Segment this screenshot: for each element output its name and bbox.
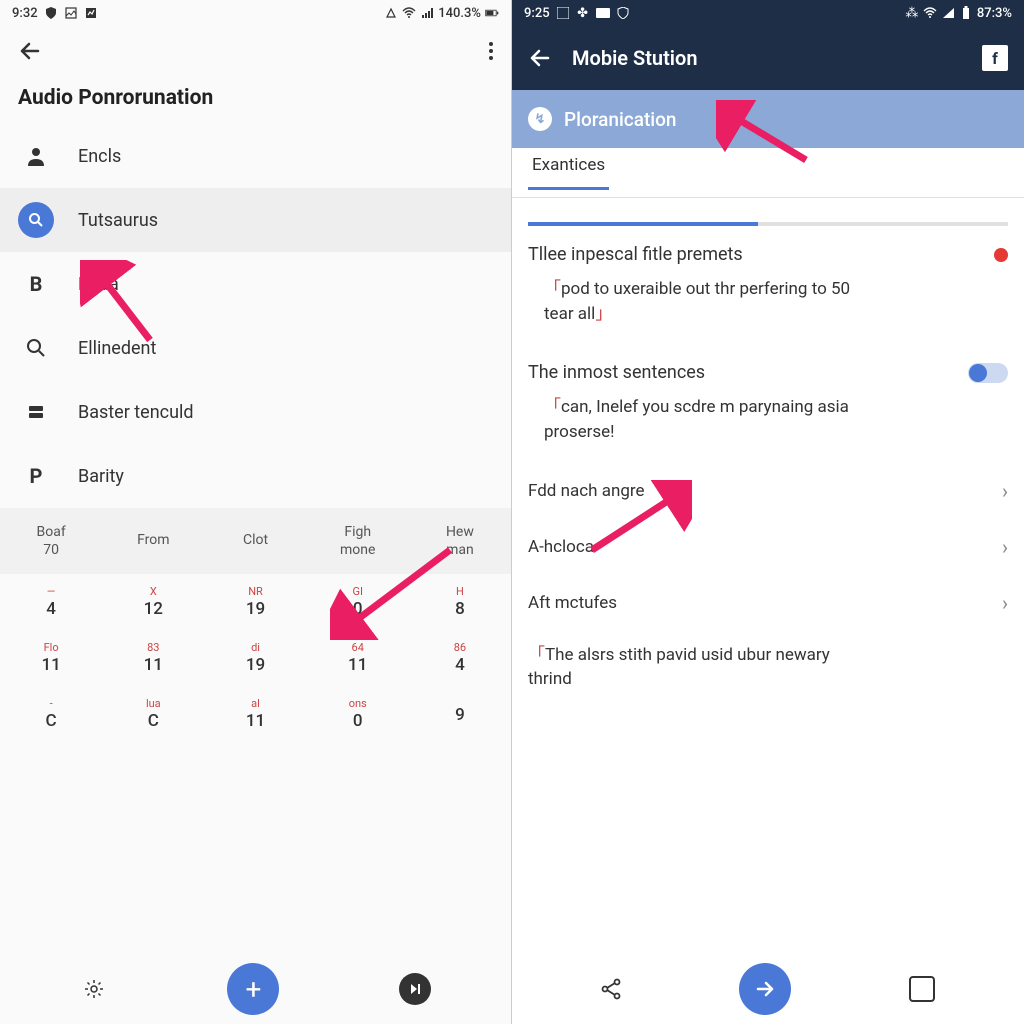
right-screen: 9:25 ✤ ⁂ 87:3% Mobie Stution f ↯ Plorani… <box>512 0 1024 1024</box>
menu-label: Ellinedent <box>78 338 156 359</box>
example-sentence: 「pod to uxeraible out thr perfering to 5… <box>528 265 1008 326</box>
settings-label: Fdd nach angre <box>528 481 645 501</box>
letter-b-icon: B <box>18 266 54 302</box>
menu-label: Tutsaurus <box>78 210 158 231</box>
data-table: Boaf70 From Clot Fighmone Hewman —4 X12 … <box>0 508 511 954</box>
table-column-header[interactable]: Clot <box>204 508 306 574</box>
letter-p-icon: P <box>18 458 54 494</box>
status-bar-right: 9:25 ✤ ⁂ 87:3% <box>512 0 1024 26</box>
shield-icon <box>616 6 630 20</box>
menu-label: Baster tenculd <box>78 402 194 423</box>
status-bar-left: 9:32 140.3% <box>0 0 511 26</box>
chevron-right-icon: › <box>1002 591 1008 615</box>
wifi-icon <box>402 6 416 20</box>
battery-icon <box>485 6 499 20</box>
share-icon[interactable] <box>601 978 621 1000</box>
table-column-header[interactable]: Hewman <box>409 508 511 574</box>
menu-list: Encls Tutsaurus B Rada Ellinedent Baster… <box>0 124 511 508</box>
table-row: —4 X12 NR19 GI0 H8 <box>0 574 511 630</box>
list-icon <box>18 394 54 430</box>
signal-icon <box>941 6 955 20</box>
table-column-header[interactable]: Fighmone <box>307 508 409 574</box>
section-title: Tllee inpescal fitle premets <box>528 244 743 265</box>
card-icon <box>596 6 610 20</box>
toggle-switch[interactable] <box>968 363 1008 383</box>
menu-label: Barity <box>78 466 124 487</box>
header-title: Mobie Stution <box>572 46 962 70</box>
menu-label: Encls <box>78 146 121 167</box>
right-header: Mobie Stution f <box>512 26 1024 90</box>
settings-item[interactable]: Aft mctufes › <box>528 575 1008 631</box>
skip-next-icon[interactable] <box>399 973 431 1005</box>
section-2: The inmost sentences 「can, Inelef you sc… <box>528 344 1008 462</box>
bottom-bar-left: + <box>0 954 511 1024</box>
chevron-right-icon: › <box>1002 479 1008 503</box>
settings-label: Aft mctufes <box>528 593 617 613</box>
tabs: Exantices <box>512 148 1024 198</box>
next-fab[interactable] <box>739 963 791 1015</box>
chart-icon <box>84 6 98 20</box>
settings-item[interactable]: A-hcloca › <box>528 519 1008 575</box>
menu-item-encls[interactable]: Encls <box>0 124 511 188</box>
battery-text: 140.3% <box>438 6 481 21</box>
shield-icon <box>44 6 58 20</box>
example-sentence: 「can, Inelef you scdre m parynaing asia … <box>528 383 1008 444</box>
menu-item-tutsaurus[interactable]: Tutsaurus <box>0 188 511 252</box>
tab-exantices[interactable]: Exantices <box>528 155 609 190</box>
record-indicator-icon <box>994 248 1008 262</box>
chevron-right-icon: › <box>1002 535 1008 559</box>
status-time: 9:32 <box>12 6 38 21</box>
bt-icon: ⁂ <box>905 6 919 20</box>
footer-sentence: 「The alsrs stith pavid usid ubur newary … <box>528 631 1008 692</box>
menu-item-baster[interactable]: Baster tenculd <box>0 380 511 444</box>
page-title: Audio Ponrorunation <box>0 76 511 124</box>
bolt-icon: ↯ <box>528 107 552 131</box>
person-icon <box>18 138 54 174</box>
settings-icon[interactable] <box>80 975 108 1003</box>
table-column-header[interactable]: Boaf70 <box>0 508 102 574</box>
search-icon <box>18 202 54 238</box>
sub-header-title: Ploranication <box>564 108 676 131</box>
signal-icon <box>420 6 434 20</box>
progress-fill <box>528 222 758 226</box>
section-1: Tllee inpescal fitle premets 「pod to uxe… <box>528 226 1008 344</box>
add-fab[interactable]: + <box>227 963 279 1015</box>
more-options-icon[interactable] <box>489 42 493 60</box>
menu-item-barity[interactable]: P Barity <box>0 444 511 508</box>
robot-icon[interactable] <box>909 976 935 1002</box>
menu-item-rada[interactable]: B Rada <box>0 252 511 316</box>
app-icon <box>556 6 570 20</box>
table-header: Boaf70 From Clot Fighmone Hewman <box>0 508 511 574</box>
menu-item-ellinedent[interactable]: Ellinedent <box>0 316 511 380</box>
status-time: 9:25 <box>524 6 550 21</box>
triangle-icon <box>384 6 398 20</box>
back-arrow-icon[interactable] <box>528 46 552 70</box>
right-content: Tllee inpescal fitle premets 「pod to uxe… <box>512 226 1024 954</box>
back-arrow-icon[interactable] <box>18 39 42 63</box>
settings-item[interactable]: Fdd nach angre › <box>528 463 1008 519</box>
sub-header[interactable]: ↯ Ploranication <box>512 90 1024 148</box>
battery-text: 87:3% <box>977 6 1012 21</box>
left-header <box>0 26 511 76</box>
bottom-bar-right <box>512 954 1024 1024</box>
table-row: -C luaC al11 ons0 9 <box>0 686 511 742</box>
facebook-icon[interactable]: f <box>982 45 1008 71</box>
club-icon: ✤ <box>576 6 590 20</box>
progress-bar <box>528 222 1008 226</box>
left-screen: 9:32 140.3% Audio Ponrorunation Encls <box>0 0 512 1024</box>
menu-label: Rada <box>78 274 119 295</box>
search-icon <box>18 330 54 366</box>
section-title: The inmost sentences <box>528 362 705 383</box>
battery-icon <box>959 6 973 20</box>
image-icon <box>64 6 78 20</box>
table-row: Flo11 8311 di19 6411 864 <box>0 630 511 686</box>
wifi-icon <box>923 6 937 20</box>
table-column-header[interactable]: From <box>102 508 204 574</box>
settings-label: A-hcloca <box>528 537 594 557</box>
